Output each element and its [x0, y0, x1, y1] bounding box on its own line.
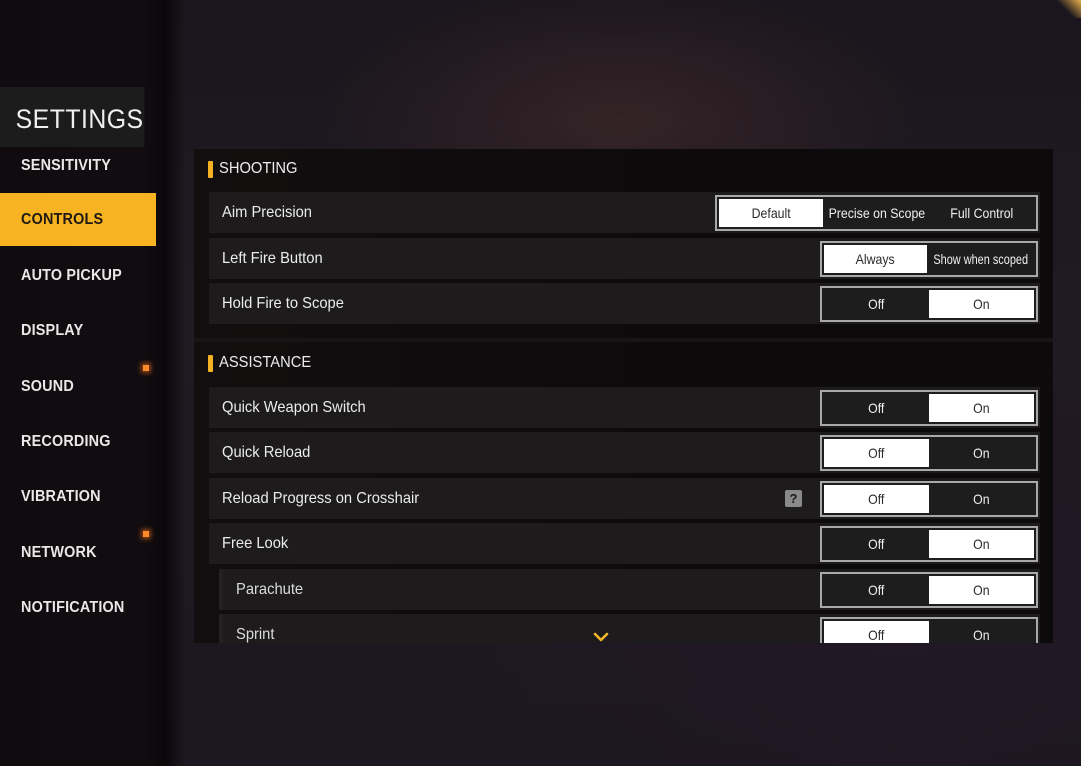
hold-fire-to-scope-toggle[interactable]: Off On [820, 286, 1038, 322]
sidebar-item-label: CONTROLS [21, 210, 104, 228]
sidebar-item-label: SENSITIVITY [21, 156, 111, 174]
setting-row-aim-precision: Aim Precision Default Precise on Scope F… [209, 192, 1040, 233]
sidebar-item-auto-pickup[interactable]: AUTO PICKUP [0, 249, 156, 302]
light-glare [1057, 0, 1081, 18]
help-icon[interactable]: ? [785, 490, 802, 507]
option-on[interactable]: On [929, 485, 1034, 513]
sidebar-item-notification[interactable]: NOTIFICATION [0, 581, 156, 634]
section-marker-icon [208, 160, 213, 178]
sidebar-item-label: NOTIFICATION [21, 598, 125, 616]
option-always[interactable]: Always [824, 245, 927, 273]
settings-sidebar: SETTINGS SENSITIVITY CONTROLS AUTO PICKU… [0, 0, 165, 766]
free-look-toggle[interactable]: Off On [820, 526, 1038, 562]
sidebar-item-sound[interactable]: SOUND [0, 360, 156, 413]
option-full-control[interactable]: Full Control [930, 199, 1034, 227]
setting-label: Parachute [236, 580, 304, 598]
chevron-down-icon[interactable] [592, 631, 610, 643]
option-on[interactable]: On [929, 394, 1034, 422]
sidebar-item-network[interactable]: NETWORK [0, 526, 156, 579]
option-on[interactable]: On [929, 439, 1034, 467]
setting-label: Reload Progress on Crosshair [222, 489, 420, 507]
sidebar-item-label: AUTO PICKUP [21, 266, 122, 284]
parachute-toggle[interactable]: Off On [820, 572, 1038, 608]
sidebar-item-recording[interactable]: RECORDING [0, 415, 156, 468]
section-title: SHOOTING [219, 160, 298, 177]
option-off[interactable]: Off [824, 485, 929, 513]
setting-label: Free Look [222, 534, 289, 552]
controls-settings-panel: SHOOTING Aim Precision Default Precise o… [194, 149, 1053, 643]
setting-row-left-fire-button: Left Fire Button Always Show when scoped [209, 238, 1040, 279]
quick-weapon-switch-toggle[interactable]: Off On [820, 390, 1038, 426]
setting-label: Quick Reload [222, 443, 311, 461]
settings-title: SETTINGS [0, 87, 145, 147]
sidebar-item-vibration[interactable]: VIBRATION [0, 470, 156, 523]
setting-label: Quick Weapon Switch [222, 398, 366, 416]
sidebar-item-label: RECORDING [21, 432, 111, 450]
section-title: ASSISTANCE [219, 354, 312, 371]
setting-row-hold-fire-to-scope: Hold Fire to Scope Off On [209, 283, 1040, 324]
sidebar-shadow [165, 0, 185, 766]
sprint-toggle[interactable]: Off On [820, 617, 1038, 643]
option-precise-on-scope[interactable]: Precise on Scope [823, 199, 930, 227]
left-fire-button-selector[interactable]: Always Show when scoped [820, 241, 1038, 277]
section-header-shooting: SHOOTING [208, 154, 304, 184]
sidebar-item-sensitivity[interactable]: SENSITIVITY [0, 139, 156, 192]
option-on[interactable]: On [929, 576, 1034, 604]
sidebar-item-display[interactable]: DISPLAY [0, 304, 156, 357]
quick-reload-toggle[interactable]: Off On [820, 435, 1038, 471]
sidebar-item-label: NETWORK [21, 543, 97, 561]
section-header-assistance: ASSISTANCE [208, 348, 319, 378]
reload-progress-toggle[interactable]: Off On [820, 481, 1038, 517]
section-divider [194, 338, 1053, 342]
option-off[interactable]: Off [824, 290, 929, 318]
setting-label: Aim Precision [222, 203, 312, 221]
setting-row-reload-progress-on-crosshair: Reload Progress on Crosshair ? Off On [209, 478, 1040, 519]
setting-label: Hold Fire to Scope [222, 294, 344, 312]
sidebar-item-label: DISPLAY [21, 321, 84, 339]
option-default[interactable]: Default [719, 199, 823, 227]
option-off[interactable]: Off [824, 576, 929, 604]
option-on[interactable]: On [929, 530, 1034, 558]
setting-row-sprint: Sprint Off On [219, 614, 1040, 643]
option-off[interactable]: Off [824, 530, 929, 558]
option-on[interactable]: On [929, 290, 1034, 318]
sidebar-item-controls[interactable]: CONTROLS [0, 193, 156, 246]
setting-row-free-look: Free Look Off On [209, 523, 1040, 564]
aim-precision-selector[interactable]: Default Precise on Scope Full Control [715, 195, 1038, 231]
sidebar-item-label: SOUND [21, 377, 74, 395]
setting-row-quick-weapon-switch: Quick Weapon Switch Off On [209, 387, 1040, 428]
option-off[interactable]: Off [824, 394, 929, 422]
setting-row-quick-reload: Quick Reload Off On [209, 432, 1040, 473]
sidebar-item-label: VIBRATION [21, 487, 101, 505]
option-show-when-scoped[interactable]: Show when scoped [927, 245, 1034, 273]
setting-row-parachute: Parachute Off On [219, 569, 1040, 610]
option-off[interactable]: Off [824, 621, 929, 643]
section-marker-icon [208, 354, 213, 372]
setting-label: Left Fire Button [222, 249, 323, 267]
option-on[interactable]: On [929, 621, 1034, 643]
option-off[interactable]: Off [824, 439, 929, 467]
setting-label: Sprint [236, 625, 275, 643]
